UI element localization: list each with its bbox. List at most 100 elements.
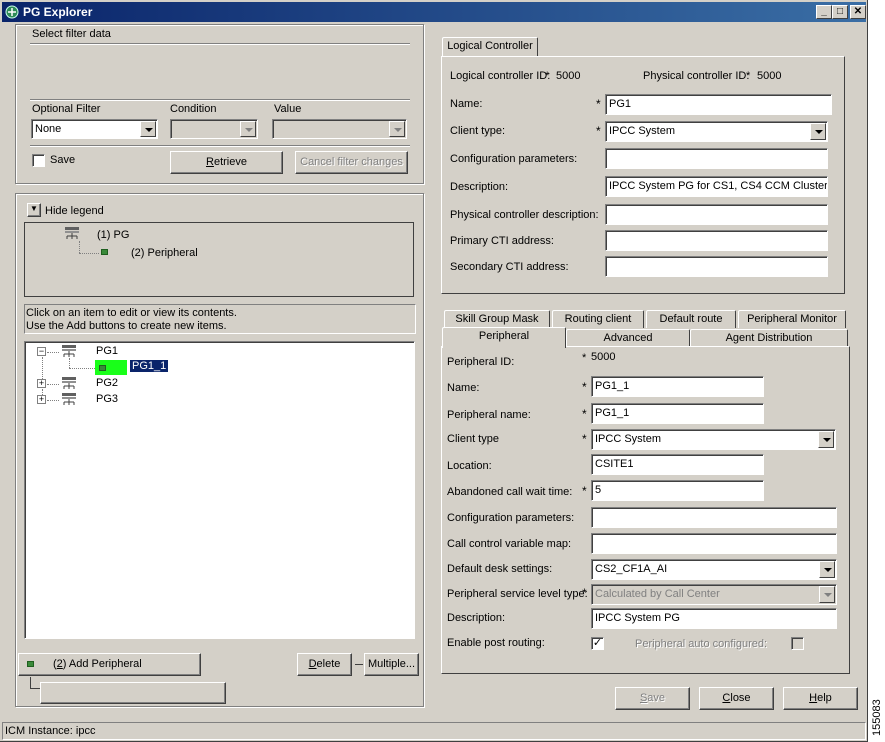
save-label: ave xyxy=(647,692,666,704)
maximize-button[interactable]: □ xyxy=(832,5,848,19)
tab-logical-controller[interactable]: Logical Controller xyxy=(442,37,538,57)
chevron-down-icon[interactable] xyxy=(140,121,156,137)
expand-icon[interactable]: + xyxy=(37,379,46,388)
save-button[interactable]: Save xyxy=(615,687,690,710)
condition-label: Condition xyxy=(170,103,217,115)
legend-toggle-button[interactable]: ▼ xyxy=(27,203,41,217)
collapse-icon[interactable]: − xyxy=(37,347,46,356)
p-name-req: * xyxy=(582,380,587,394)
lc-name-req: * xyxy=(596,97,601,111)
p-client-type-select[interactable]: IPCC System xyxy=(591,429,836,450)
tree-item-pg2[interactable]: PG2 xyxy=(96,377,118,389)
p-location-label: Location: xyxy=(447,460,492,472)
save-filter-checkbox[interactable] xyxy=(32,154,45,167)
maximize-icon: □ xyxy=(836,6,844,17)
side-caption: 155083 xyxy=(871,699,883,736)
p-config-input[interactable] xyxy=(591,507,837,528)
status-text: ICM Instance: ipcc xyxy=(5,725,96,737)
peripheral-id-value: 5000 xyxy=(591,351,616,363)
p-description-value: IPCC System PG xyxy=(595,612,680,624)
tree-item-pg1[interactable]: PG1 xyxy=(96,345,118,357)
add-child-button[interactable] xyxy=(40,682,226,704)
tab-agent-distribution[interactable]: Agent Distribution xyxy=(690,329,848,347)
status-bar: ICM Instance: ipcc xyxy=(2,722,866,740)
p-abandon-input[interactable]: 5 xyxy=(591,480,764,501)
logical-id-req: * xyxy=(545,70,550,82)
pg-tree-view[interactable]: − PG1 PG1_1 + PG2 + PG3 xyxy=(24,341,415,639)
post-routing-checkbox[interactable]: ✓ xyxy=(591,637,604,650)
lc-secondary-cti-input[interactable] xyxy=(605,256,828,277)
p-description-input[interactable]: IPCC System PG xyxy=(591,608,837,629)
chevron-down-icon[interactable] xyxy=(810,123,826,140)
p-location-input[interactable]: CSITE1 xyxy=(591,454,764,475)
tree-connector xyxy=(47,352,59,353)
lc-phys-desc-input[interactable] xyxy=(605,204,828,225)
chevron-down-icon[interactable] xyxy=(389,121,405,137)
title-bar[interactable]: PG Explorer _ □ ✕ xyxy=(2,2,866,22)
lc-client-type-value: IPCC System xyxy=(609,125,676,137)
expand-icon[interactable]: + xyxy=(37,395,46,404)
help-label: elp xyxy=(817,692,832,704)
lc-primary-cti-input[interactable] xyxy=(605,230,828,251)
delete-button[interactable]: Delete xyxy=(297,653,352,676)
help-button[interactable]: Help xyxy=(783,687,858,710)
lc-config-input[interactable] xyxy=(605,148,828,169)
tab-routing-client[interactable]: Routing client xyxy=(552,310,644,328)
lc-description-input[interactable]: IPCC System PG for CS1, CS4 CCM Clusters xyxy=(605,176,828,197)
chevron-down-icon[interactable] xyxy=(240,121,256,137)
lc-client-type-label: Client type: xyxy=(450,125,506,137)
close-window-button[interactable]: ✕ xyxy=(850,5,866,19)
logical-id-value: 5000 xyxy=(556,70,581,82)
p-abandon-label: Abandoned call wait time: xyxy=(447,486,573,498)
tree-connector xyxy=(47,384,59,385)
tab-advanced[interactable]: Advanced xyxy=(566,329,690,347)
delete-access-key: D xyxy=(308,658,317,670)
lc-phys-desc-label: Physical controller description: xyxy=(450,209,599,221)
p-desk-select[interactable]: CS2_CF1A_AI xyxy=(591,559,837,580)
multiple-button[interactable]: Multiple... xyxy=(364,653,419,676)
check-icon: ✓ xyxy=(592,637,603,649)
chevron-down-icon[interactable] xyxy=(818,431,834,448)
tree-item-pg3[interactable]: PG3 xyxy=(96,393,118,405)
peripheral-icon xyxy=(99,365,106,371)
add-peripheral-button[interactable]: (2) Add Peripheral xyxy=(18,653,201,676)
lc-name-input[interactable]: PG1 xyxy=(605,94,832,115)
minimize-button[interactable]: _ xyxy=(816,5,832,19)
chevron-down-icon: ▼ xyxy=(30,204,38,213)
filter-divider-bottom xyxy=(30,145,410,147)
lc-client-type-select[interactable]: IPCC System xyxy=(605,121,828,142)
tree-item-pg1-1[interactable]: PG1_1 xyxy=(128,359,170,373)
p-abandon-req: * xyxy=(582,484,587,498)
p-auto-config-label: Peripheral auto configured: xyxy=(635,638,768,650)
condition-select[interactable] xyxy=(170,119,258,139)
p-service-level-select[interactable]: Calculated by Call Center xyxy=(591,584,837,605)
p-ccvm-input[interactable] xyxy=(591,533,837,554)
tree-connector xyxy=(42,357,43,379)
close-button[interactable]: Close xyxy=(699,687,774,710)
retrieve-button[interactable]: Retrieve xyxy=(170,151,283,174)
pg-icon xyxy=(62,393,76,405)
value-select[interactable] xyxy=(272,119,407,139)
tab-default-route-label: Default route xyxy=(659,313,723,325)
delete-connector xyxy=(355,664,363,665)
optional-filter-select[interactable]: None xyxy=(31,119,158,139)
pg-icon xyxy=(62,377,76,389)
p-client-type-value: IPCC System xyxy=(595,433,662,445)
tree-connector xyxy=(47,400,59,401)
save-filter-label: Save xyxy=(50,154,76,166)
p-location-value: CSITE1 xyxy=(595,458,634,470)
tab-peripheral[interactable]: Peripheral xyxy=(442,327,566,348)
chevron-down-icon[interactable] xyxy=(819,586,835,603)
tab-default-route[interactable]: Default route xyxy=(646,310,736,328)
lc-primary-cti-label: Primary CTI address: xyxy=(450,235,554,247)
tab-peripheral-monitor[interactable]: Peripheral Monitor xyxy=(738,310,846,328)
p-periph-name-input[interactable]: PG1_1 xyxy=(591,403,764,424)
window-title: PG Explorer xyxy=(23,5,93,19)
chevron-down-icon[interactable] xyxy=(819,561,835,578)
p-name-input[interactable]: PG1_1 xyxy=(591,376,764,397)
p-post-routing-label: Enable post routing: xyxy=(447,637,545,649)
auto-config-checkbox[interactable] xyxy=(791,637,804,650)
tab-skill-group-mask[interactable]: Skill Group Mask xyxy=(444,310,550,328)
cancel-filter-button[interactable]: Cancel filter changes xyxy=(295,151,408,174)
legend-box: (1) PG (2) Peripheral xyxy=(24,222,414,297)
